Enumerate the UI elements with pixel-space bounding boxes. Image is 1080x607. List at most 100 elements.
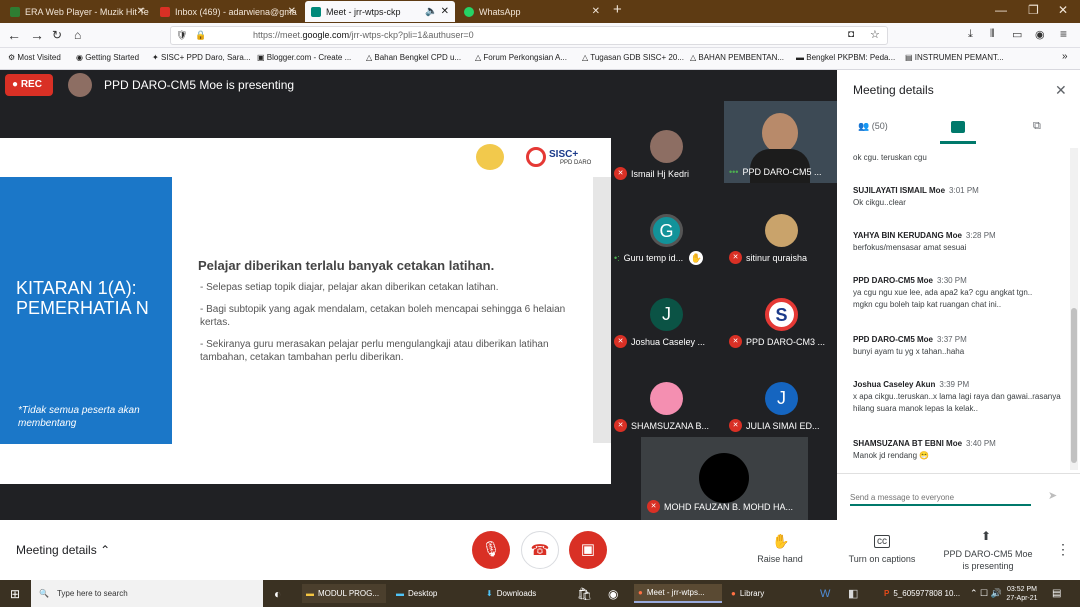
tray-icons[interactable]: ⌃ ☐ 🔊	[970, 584, 1002, 603]
tab-gmail[interactable]: Inbox (469) - adarwiena@gma ✕	[154, 1, 302, 22]
present-icon[interactable]: ⬆	[981, 529, 991, 543]
mic-toggle-button[interactable]: 🎙	[472, 531, 510, 569]
presenting-button[interactable]: PPD DARO-CM5 Moe is presenting	[940, 548, 1036, 572]
home-icon[interactable]: ⌂	[74, 28, 81, 42]
bookmark-item[interactable]: ▬ Bengkel PKPBM: Peda...	[796, 53, 895, 62]
menu-icon[interactable]: ≡	[1060, 27, 1067, 41]
send-icon[interactable]: ➤	[1048, 489, 1057, 502]
raise-hand-icon[interactable]: ✋	[772, 533, 789, 550]
slide-bullet: - Bagi subtopik yang agak mendalam, ceta…	[200, 304, 566, 328]
library-icon[interactable]: ⫴	[990, 28, 995, 41]
tab-era[interactable]: ERA Web Player - Muzik Hit Te ✕	[4, 1, 151, 22]
camera-toggle-button[interactable]: ▣	[569, 531, 607, 569]
back-icon[interactable]: ←	[7, 27, 21, 43]
activities-icon[interactable]: ⧉	[1033, 120, 1041, 133]
pocket-icon[interactable]: ◘	[848, 29, 854, 40]
taskbar-search[interactable]: 🔍 Type here to search	[31, 580, 263, 607]
raise-hand-button[interactable]: Raise hand	[750, 554, 810, 564]
bookmarks-bar: ⚙ Most Visited ◉ Getting Started ✦ SISC+…	[0, 48, 1080, 70]
chat-message: YAHYA BIN KERUDANG Moe 3:28 PM berfokus/me…	[853, 231, 996, 252]
bookmark-item[interactable]: ▣ Blogger.com - Create ...	[257, 53, 351, 62]
slide-heading: Pelajar diberikan terlalu banyak cetakan…	[198, 258, 495, 273]
close-icon[interactable]: ✕	[137, 6, 145, 17]
taskbar-item[interactable]: P 5_605977808 10...	[880, 584, 966, 603]
taskbar-item[interactable]: ▬ Desktop	[392, 584, 476, 603]
word-icon[interactable]: W	[820, 584, 830, 603]
bookmark-item[interactable]: △ Bahan Bengkel CPD u...	[366, 53, 461, 62]
tab-whatsapp[interactable]: WhatsApp ✕	[458, 1, 606, 22]
new-tab-button[interactable]: +	[613, 1, 622, 18]
maximize-icon[interactable]: ❐	[1028, 3, 1039, 17]
chevron-up-icon: ⌃	[100, 543, 111, 557]
forward-icon[interactable]: →	[30, 27, 44, 43]
download-icon[interactable]: ⤓	[968, 28, 973, 41]
chat-message: Joshua Caseley Akun 3:39 PM x apa cikgu..t…	[853, 380, 1061, 413]
participant-tile[interactable]: S ✕ PPD DARO-CM3 ...	[727, 294, 837, 374]
taskbar-item[interactable]: ⬇ Downloads	[482, 584, 566, 603]
clock[interactable]: 03:52 PM 27-Apr-21	[1002, 584, 1042, 603]
mic-off-icon: ✕	[614, 167, 627, 180]
participant-tile[interactable]: J ✕ Joshua Caseley ...	[612, 294, 722, 374]
windows-start-icon[interactable]: ⊞	[10, 584, 20, 603]
window-close-icon[interactable]: ✕	[1058, 3, 1068, 17]
divider	[837, 473, 1080, 474]
leave-call-button[interactable]: ☎	[521, 531, 559, 569]
more-options-icon[interactable]: ⋮	[1056, 541, 1070, 558]
chrome-icon[interactable]: ◉	[608, 584, 618, 603]
participant-tile[interactable]: ✕ MOHD FAUZAN B. MOHD HA...	[641, 437, 808, 520]
store-icon[interactable]: 🛍	[577, 584, 592, 603]
url-bar[interactable]: https://meet.google.com/jrr-wtps-ckp?pli…	[170, 26, 888, 45]
close-icon[interactable]: ✕	[288, 6, 296, 17]
chat-tab-icon[interactable]	[951, 121, 965, 133]
captions-button[interactable]: Turn on captions	[842, 554, 922, 564]
chat-input[interactable]	[850, 490, 1031, 506]
bookmark-item[interactable]: △ Tugasan GDB SISC+ 20...	[582, 53, 684, 62]
slide-note: *Tidak semua peserta akan membentang	[18, 405, 140, 429]
mic-off-icon: 🎙	[481, 541, 501, 558]
sidebar-icon[interactable]: ▭	[1012, 28, 1022, 41]
chat-message: SHAMSUZANA BT EBNI Moe 3:40 PM Manok jd re…	[853, 439, 996, 460]
bookmark-item[interactable]: △ Forum Perkongsian A...	[475, 53, 567, 62]
chat-scrollbar[interactable]	[1070, 148, 1078, 470]
avatar: G	[650, 214, 683, 247]
navigation-bar: ← → ↻ ⌂ https://meet.google.com/jrr-wtps…	[0, 23, 1080, 48]
reload-icon[interactable]: ↻	[52, 28, 62, 42]
notification-icon[interactable]: ▤	[1052, 584, 1061, 603]
taskbar-item[interactable]: ● Library	[727, 584, 811, 603]
participant-tile[interactable]: ••• PPD DARO-CM5 ...	[727, 126, 837, 206]
mic-off-icon: ✕	[729, 419, 742, 432]
taskbar-item[interactable]: ▬ MODUL PROG...	[302, 584, 386, 603]
presenter-avatar	[68, 73, 92, 97]
edge-icon[interactable]: ◐	[274, 584, 281, 603]
bookmark-item[interactable]: ✦ SISC+ PPD Daro, Sara...	[152, 53, 251, 62]
app-icon[interactable]: ◧	[848, 584, 858, 603]
close-icon[interactable]: 🔈 ✕	[425, 6, 449, 17]
bookmark-item[interactable]: ⚙ Most Visited	[8, 53, 61, 62]
participant-tile[interactable]: ✕ sitinur quraisha	[727, 210, 837, 290]
music-icon	[10, 6, 20, 17]
bookmark-item[interactable]: ◉ Getting Started	[76, 53, 139, 62]
bookmark-item[interactable]: ▤ INSTRUMEN PEMANT...	[905, 53, 1004, 62]
participant-tile[interactable]: G •: Guru temp id... ✋	[612, 210, 722, 290]
crest-logo-icon	[476, 144, 504, 170]
tab-meet[interactable]: Meet - jrr-wtps-ckp 🔈 ✕	[305, 1, 455, 22]
close-panel-icon[interactable]: ✕	[1055, 82, 1067, 99]
slide-bullet: - Selepas setiap topik diajar, pelajar a…	[200, 282, 499, 293]
bookmark-item[interactable]: △ BAHAN PEMBENTAN...	[690, 53, 784, 62]
avatar: J	[765, 382, 798, 415]
sisc-logo-sub: PPD DARO	[560, 160, 592, 166]
account-icon[interactable]: ◉	[1035, 28, 1045, 41]
minimize-icon[interactable]: —	[995, 3, 1007, 17]
close-icon[interactable]: ✕	[592, 6, 600, 17]
taskbar-item[interactable]: ● Meet - jrr-wtps...	[634, 584, 722, 603]
recording-badge: ● REC	[5, 74, 53, 96]
captions-icon[interactable]: cc	[874, 535, 890, 548]
star-icon[interactable]: ☆	[870, 28, 880, 41]
participant-tile[interactable]: ✕ Ismail Hj Kedri	[612, 126, 722, 206]
scrollbar-thumb[interactable]	[1071, 308, 1077, 463]
people-tab[interactable]: 👥 (50)	[858, 121, 888, 132]
chat-message: PPD DARO-CM5 Moe 3:37 PM bunyi ayam tu yg …	[853, 335, 967, 356]
meeting-details-button[interactable]: Meeting details ⌃	[16, 543, 110, 557]
bookmarks-overflow-icon[interactable]: »	[1062, 51, 1068, 62]
shield-icon[interactable]: 🛡	[176, 30, 187, 41]
